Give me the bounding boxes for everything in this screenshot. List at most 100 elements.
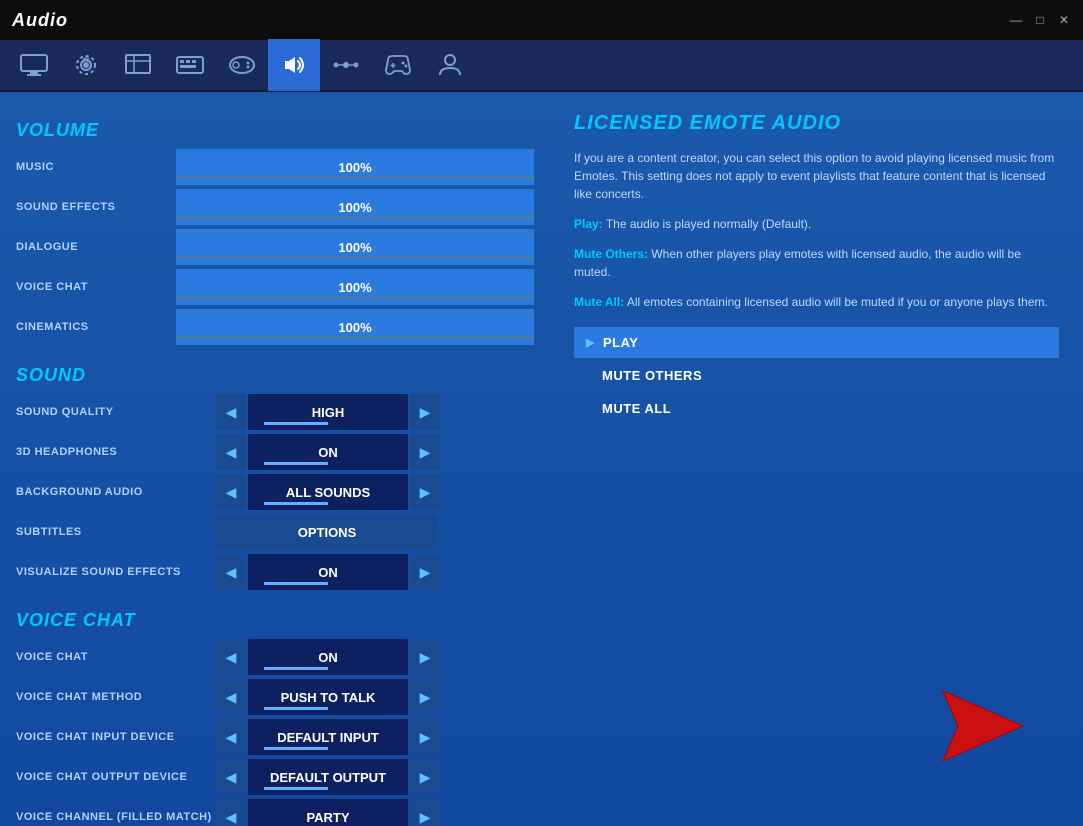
voice-chat-control: ◀ ON ▶ [216,639,440,675]
sound-quality-next[interactable]: ▶ [410,394,440,430]
bg-audio-control: ◀ ALL SOUNDS ▶ [216,474,440,510]
bg-audio-row: BACKGROUND AUDIO ◀ ALL SOUNDS ▶ [16,474,534,510]
cinematics-bar[interactable]: 100% [176,309,534,345]
app-title: Audio [12,10,68,31]
voice-chat-method-control: ◀ PUSH TO TALK ▶ [216,679,440,715]
voice-chat-label: VOICE CHAT [16,651,216,663]
cinematics-value: 100% [338,320,371,335]
bg-audio-next[interactable]: ▶ [410,474,440,510]
option-mute-others-label: MUTE OTHERS [602,368,702,383]
voice-channel-label: VOICE CHANNEL (FILLED MATCH) [16,811,216,823]
voice-chat-vol-value: 100% [338,280,371,295]
music-label: MUSIC [16,161,176,173]
headphones-value: ON [248,434,408,470]
voice-channel-prev[interactable]: ◀ [216,799,246,826]
sound-effects-row: SOUND EFFECTS 100% [16,189,534,225]
visualize-control: ◀ ON ▶ [216,554,440,590]
window-controls: — □ ✕ [1009,13,1071,27]
nav-network[interactable] [320,39,372,91]
mute-all-desc-text: All emotes containing licensed audio wil… [627,295,1048,309]
dialogue-value: 100% [338,240,371,255]
voice-chat-prev[interactable]: ◀ [216,639,246,675]
minimize-button[interactable]: — [1009,13,1023,27]
voice-chat-method-prev[interactable]: ◀ [216,679,246,715]
voice-channel-next[interactable]: ▶ [410,799,440,826]
voice-input-value: DEFAULT INPUT [248,719,408,755]
dialogue-bar[interactable]: 100% [176,229,534,265]
maximize-button[interactable]: □ [1033,13,1047,27]
voice-input-label: VOICE CHAT INPUT DEVICE [16,731,216,743]
right-panel: LICENSED EMOTE AUDIO If you are a conten… [550,92,1083,826]
visualize-label: VISUALIZE SOUND EFFECTS [16,566,216,578]
headphones-prev[interactable]: ◀ [216,434,246,470]
title-bar: Audio — □ ✕ [0,0,1083,40]
sound-quality-prev[interactable]: ◀ [216,394,246,430]
option-mute-others[interactable]: MUTE OTHERS [574,360,1059,391]
voice-chat-next[interactable]: ▶ [410,639,440,675]
sound-quality-control: ◀ HIGH ▶ [216,394,440,430]
voice-output-value: DEFAULT OUTPUT [248,759,408,795]
sound-section-title: SOUND [16,365,534,386]
sound-effects-bar[interactable]: 100% [176,189,534,225]
voice-channel-control: ◀ PARTY ▶ [216,799,440,826]
nav-display[interactable] [112,39,164,91]
visualize-next[interactable]: ▶ [410,554,440,590]
info-mute-all-desc: Mute All: All emotes containing licensed… [574,293,1059,311]
voice-output-next[interactable]: ▶ [410,759,440,795]
subtitles-row: SUBTITLES OPTIONS [16,514,534,550]
nav-audio[interactable] [268,39,320,91]
music-row: MUSIC 100% [16,149,534,185]
sound-effects-value: 100% [338,200,371,215]
voice-chat-vol-label: VOICE CHAT [16,281,176,293]
play-desc-text: The audio is played normally (Default). [606,217,811,231]
nav-settings[interactable] [60,39,112,91]
headphones-label: 3D HEADPHONES [16,446,216,458]
nav-account[interactable] [424,39,476,91]
red-arrow-indicator [923,681,1043,776]
sound-quality-label: SOUND QUALITY [16,406,216,418]
close-button[interactable]: ✕ [1057,13,1071,27]
voice-chat-vol-bar[interactable]: 100% [176,269,534,305]
play-arrow-icon: ▶ [586,336,595,349]
voice-input-row: VOICE CHAT INPUT DEVICE ◀ DEFAULT INPUT … [16,719,534,755]
bg-audio-value: ALL SOUNDS [248,474,408,510]
voice-output-control: ◀ DEFAULT OUTPUT ▶ [216,759,440,795]
dialogue-label: DIALOGUE [16,241,176,253]
dialogue-row: DIALOGUE 100% [16,229,534,265]
headphones-control: ◀ ON ▶ [216,434,440,470]
music-bar[interactable]: 100% [176,149,534,185]
voice-chat-section-title: VOICE CHAT [16,610,534,631]
nav-bar [0,40,1083,92]
voice-channel-value: PARTY [248,799,408,826]
voice-channel-row: VOICE CHANNEL (FILLED MATCH) ◀ PARTY ▶ [16,799,534,826]
option-mute-all[interactable]: MUTE ALL [574,393,1059,424]
nav-controller-alt[interactable] [216,39,268,91]
bg-audio-prev[interactable]: ◀ [216,474,246,510]
voice-input-control: ◀ DEFAULT INPUT ▶ [216,719,440,755]
voice-input-prev[interactable]: ◀ [216,719,246,755]
visualize-prev[interactable]: ◀ [216,554,246,590]
subtitles-label: SUBTITLES [16,526,216,538]
headphones-next[interactable]: ▶ [410,434,440,470]
nav-gamepad[interactable] [372,39,424,91]
voice-chat-method-value: PUSH TO TALK [248,679,408,715]
music-value: 100% [338,160,371,175]
mute-others-highlight: Mute Others: [574,247,648,261]
options-list: ▶ PLAY MUTE OTHERS MUTE ALL [574,327,1059,424]
subtitles-options-btn[interactable]: OPTIONS [216,514,438,550]
voice-input-next[interactable]: ▶ [410,719,440,755]
visualize-row: VISUALIZE SOUND EFFECTS ◀ ON ▶ [16,554,534,590]
option-play[interactable]: ▶ PLAY [574,327,1059,358]
volume-section-title: VOLUME [16,120,534,141]
nav-keyboard[interactable] [164,39,216,91]
voice-output-prev[interactable]: ◀ [216,759,246,795]
info-mute-others-desc: Mute Others: When other players play emo… [574,245,1059,281]
nav-monitor[interactable] [8,39,60,91]
bg-audio-label: BACKGROUND AUDIO [16,486,216,498]
sound-quality-value: HIGH [248,394,408,430]
voice-chat-method-next[interactable]: ▶ [410,679,440,715]
option-play-label: PLAY [603,335,638,350]
visualize-value: ON [248,554,408,590]
voice-chat-value: ON [248,639,408,675]
info-description: If you are a content creator, you can se… [574,149,1059,203]
